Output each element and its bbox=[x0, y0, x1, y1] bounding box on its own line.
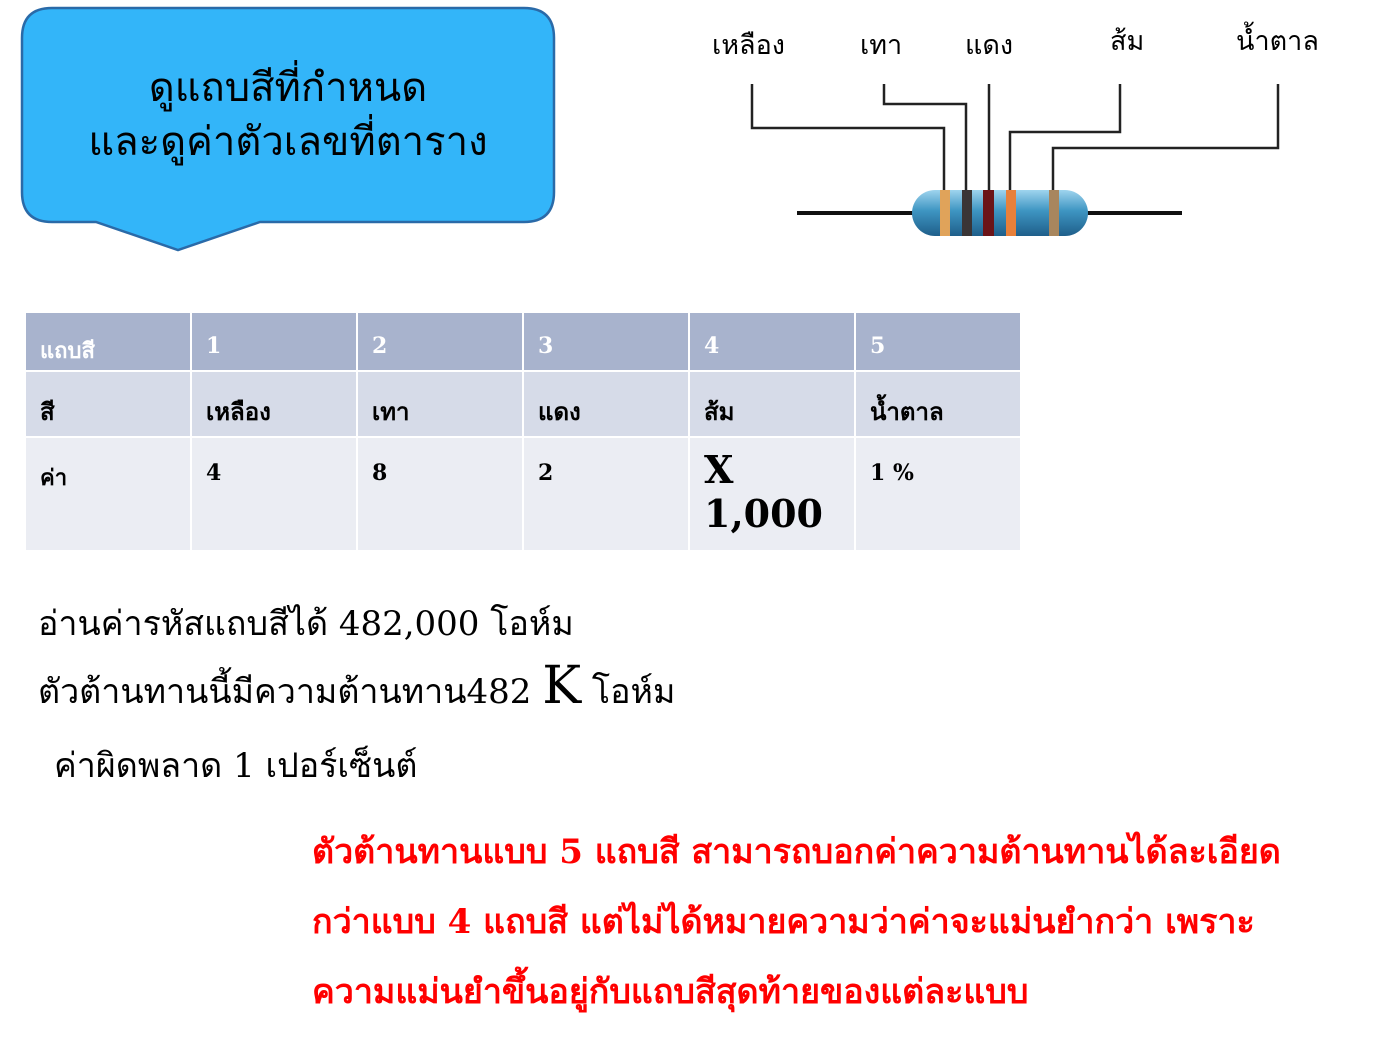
table-header-cell: 2 bbox=[356, 311, 524, 372]
table-row: ค่า 4 8 2 X 1,000 1 % bbox=[24, 436, 1022, 552]
leader-yellow bbox=[750, 84, 946, 190]
band-yellow bbox=[940, 190, 950, 236]
note-line-2: กว่าแบบ 4 แถบสี แต่ไม่ได้หมายความว่าค่าจ… bbox=[312, 902, 1255, 942]
label-grey: เทา bbox=[860, 30, 903, 61]
resistor-diagram bbox=[750, 84, 1280, 236]
table-cell-multiplier: X 1,000 bbox=[688, 436, 856, 552]
table-cell: 4 bbox=[190, 436, 358, 552]
table-cell: ส้ม bbox=[688, 370, 856, 438]
band-orange bbox=[1006, 190, 1016, 236]
label-yellow: เหลือง bbox=[712, 30, 785, 61]
band-brown bbox=[1049, 190, 1059, 236]
reading-line-1: อ่านค่ารหัสแถบสีได้ 482,000 โอห์ม bbox=[38, 604, 574, 644]
table-cell: 2 bbox=[522, 436, 690, 552]
table-cell: เทา bbox=[356, 370, 524, 438]
reading-line-2-unit: โอห์ม bbox=[581, 672, 676, 712]
band-grey bbox=[962, 190, 972, 236]
label-orange: ส้ม bbox=[1110, 26, 1145, 57]
leader-grey bbox=[882, 84, 968, 190]
table-header-cell: 3 bbox=[522, 311, 690, 372]
table-header-row: แถบสี 1 2 3 4 5 bbox=[24, 311, 1022, 372]
table-cell: สี bbox=[24, 370, 192, 438]
table-cell: น้ำตาล bbox=[854, 370, 1022, 438]
table-header-cell: 5 bbox=[854, 311, 1022, 372]
table-header-cell: 1 bbox=[190, 311, 358, 372]
note-line-1: ตัวต้านทานแบบ 5 แถบสี สามารถบอกค่าความต้… bbox=[312, 832, 1281, 872]
leader-orange bbox=[1008, 84, 1122, 190]
table-header-cell: แถบสี bbox=[24, 311, 192, 372]
leader-brown bbox=[1051, 84, 1280, 190]
table-header-cell: 4 bbox=[688, 311, 856, 372]
reading-line-2-k: K bbox=[542, 656, 582, 716]
table-cell: แดง bbox=[522, 370, 690, 438]
table-row: สี เหลือง เทา แดง ส้ม น้ำตาล bbox=[24, 370, 1022, 438]
table-cell: 1 % bbox=[854, 436, 1022, 552]
color-code-table: แถบสี 1 2 3 4 5 สี เหลือง เทา แดง ส้ม น้… bbox=[24, 311, 1022, 552]
band-red bbox=[983, 190, 994, 236]
label-red: แดง bbox=[965, 30, 1014, 61]
table-cell: ค่า bbox=[24, 436, 192, 552]
reading-line-3: ค่าผิดพลาด 1 เปอร์เซ็นต์ bbox=[54, 746, 418, 786]
table-cell: 8 bbox=[356, 436, 524, 552]
resistor-body bbox=[912, 190, 1088, 236]
note-line-3: ความแม่นยำขึ้นอยู่กับแถบสีสุดท้ายของแต่ล… bbox=[312, 972, 1029, 1012]
reading-line-2: ตัวต้านทานนี้มีความต้านทาน482 K โอห์ม bbox=[38, 656, 675, 718]
label-brown: น้ำตาล bbox=[1236, 26, 1319, 57]
reading-line-2-text: ตัวต้านทานนี้มีความต้านทาน482 bbox=[38, 672, 543, 712]
table-cell: เหลือง bbox=[190, 370, 358, 438]
